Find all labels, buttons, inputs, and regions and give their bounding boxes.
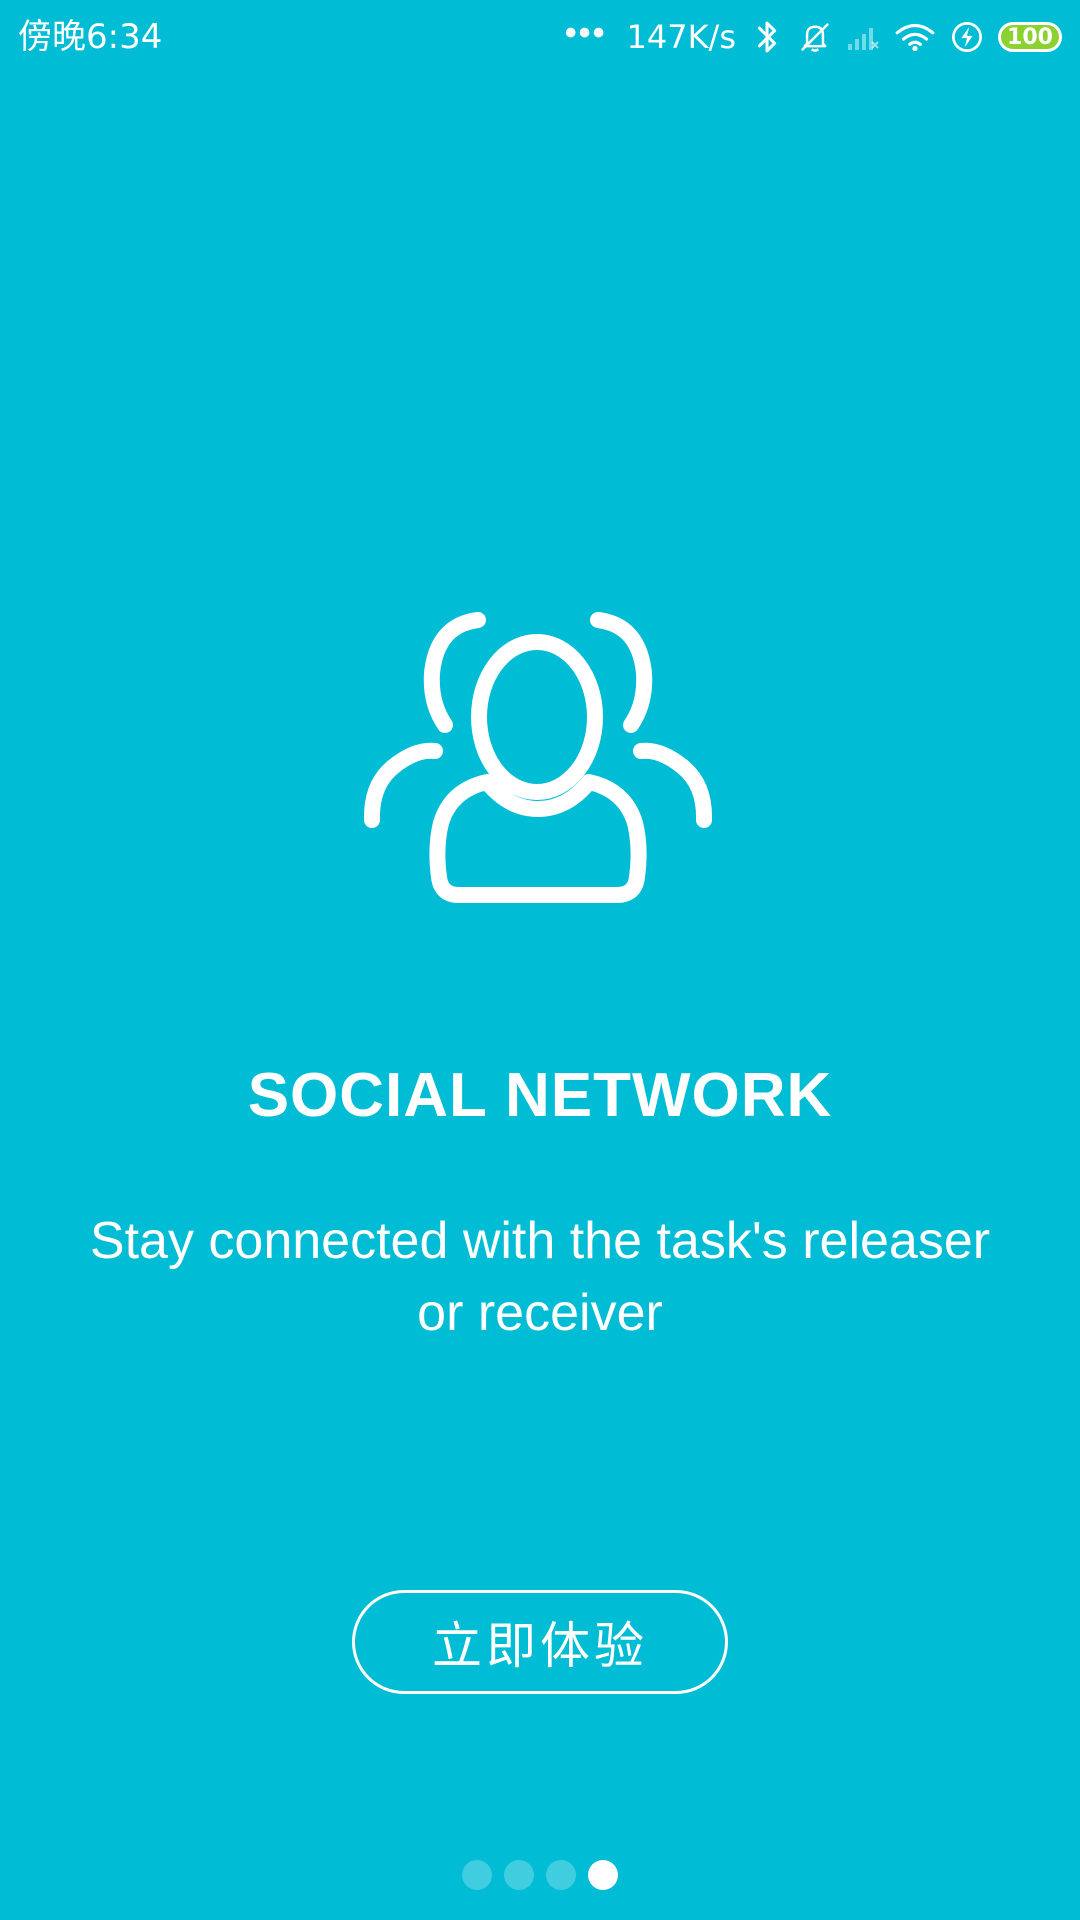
network-speed: 147K/s — [626, 18, 736, 56]
status-icons: ••• 147K/s 100 — [565, 14, 1062, 60]
try-now-button[interactable]: 立即体验 — [352, 1590, 728, 1694]
page-indicator-dot[interactable] — [504, 1860, 534, 1890]
signal-icon — [846, 18, 880, 56]
onboarding-title: SOCIAL NETWORK — [247, 1061, 833, 1130]
more-notifications-indicator: ••• — [564, 14, 607, 52]
alarm-off-icon — [798, 18, 832, 56]
wifi-icon — [894, 18, 936, 56]
status-time: 傍晚6:34 — [18, 17, 163, 57]
bluetooth-icon — [750, 18, 784, 56]
page-indicator — [0, 1860, 1080, 1890]
onboarding-description: Stay connected with the task's releaser … — [89, 1212, 991, 1342]
page-indicator-dot-active[interactable] — [588, 1860, 618, 1890]
battery-icon: 100 — [998, 22, 1062, 52]
charging-icon — [950, 18, 984, 56]
page-indicator-dot[interactable] — [462, 1860, 492, 1890]
page-indicator-dot[interactable] — [546, 1860, 576, 1890]
users-group-icon — [355, 605, 725, 905]
status-bar: 傍晚6:34 ••• 147K/s 100 — [0, 0, 1080, 75]
